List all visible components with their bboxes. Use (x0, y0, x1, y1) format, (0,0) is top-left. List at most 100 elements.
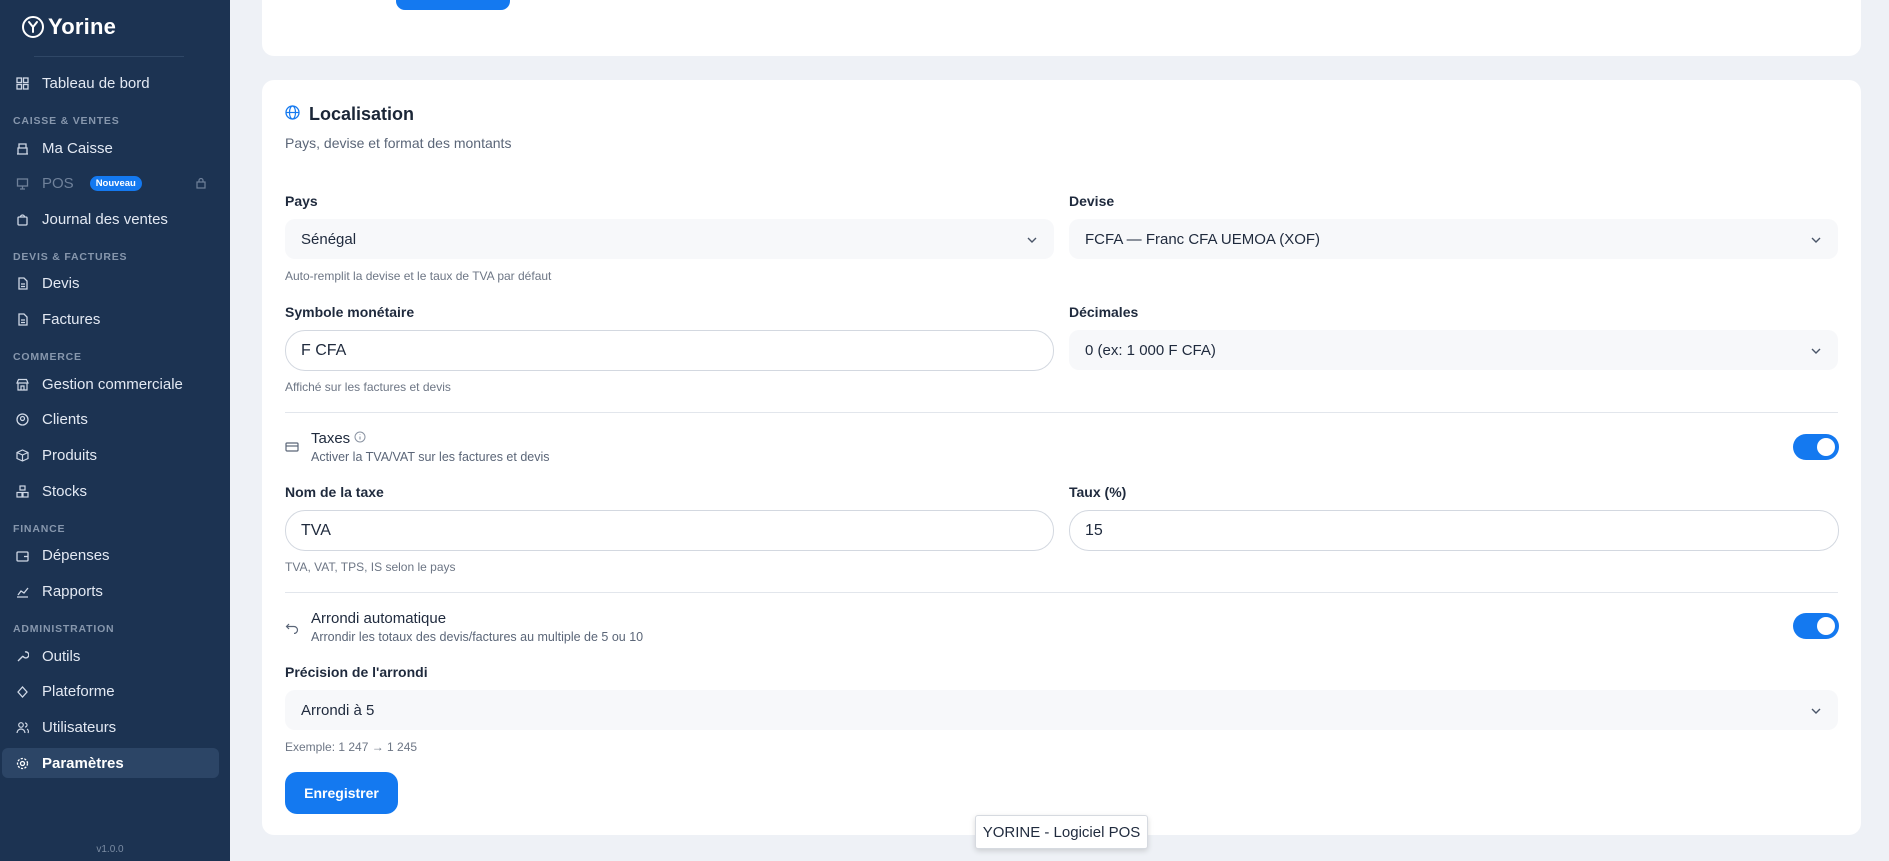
chart-icon (15, 584, 29, 598)
arrondi-description: Arrondir les totaux des devis/factures a… (311, 630, 644, 644)
taux-value: 15 (1085, 521, 1103, 539)
sidebar-item-ma-caisse[interactable]: Ma Caisse (2, 133, 219, 163)
arrondi-toggle[interactable] (1793, 613, 1839, 639)
gear-icon (15, 756, 29, 770)
logo-divider (34, 56, 184, 57)
box-icon (15, 448, 29, 462)
shopping-bag-icon (15, 212, 29, 226)
sidebar-item-clients[interactable]: Clients (2, 404, 219, 434)
taxes-description: Activer la TVA/VAT sur les factures et d… (311, 450, 550, 464)
taxes-toggle[interactable] (1793, 434, 1839, 460)
sidebar-item-label: Gestion commerciale (42, 375, 183, 393)
sidebar-item-parametres[interactable]: Paramètres (2, 748, 219, 778)
nom-taxe-value: TVA (301, 521, 331, 539)
previous-card-button[interactable] (396, 0, 510, 10)
sidebar-item-produits[interactable]: Produits (2, 440, 219, 470)
decimales-value: 0 (ex: 1 000 F CFA) (1085, 341, 1216, 359)
sidebar-item-label: Plateforme (42, 682, 115, 700)
sidebar-item-label: Devis (42, 274, 80, 292)
app-logo[interactable]: Yorine (22, 14, 116, 40)
credit-card-icon (285, 440, 299, 459)
sidebar-item-outils[interactable]: Outils (2, 641, 219, 671)
sidebar-item-devis[interactable]: Devis (2, 268, 219, 298)
sidebar-item-plateforme[interactable]: Plateforme (2, 676, 219, 706)
pays-value: Sénégal (301, 230, 357, 248)
sidebar-item-label: Ma Caisse (42, 139, 113, 157)
globe-icon (285, 104, 300, 125)
pays-label: Pays (285, 193, 318, 209)
section-title: Localisation (309, 104, 415, 124)
decimales-select[interactable]: 0 (ex: 1 000 F CFA) (1069, 330, 1838, 370)
pays-hint: Auto-remplit la devise et le taux de TVA… (285, 269, 552, 283)
section-devis-factures: DEVIS & FACTURES (13, 251, 128, 263)
taux-input[interactable]: 15 (1069, 510, 1839, 551)
sidebar-item-label: Dépenses (42, 546, 110, 564)
sidebar-item-rapports[interactable]: Rapports (2, 576, 219, 606)
chevron-down-icon (1810, 233, 1822, 250)
sidebar-item-gestion-commerciale[interactable]: Gestion commerciale (2, 369, 219, 399)
sidebar-item-tableau-de-bord[interactable]: Tableau de bord (2, 68, 219, 98)
symbole-value: F CFA (301, 341, 347, 359)
info-icon[interactable] (354, 430, 366, 447)
invoice-icon (15, 312, 29, 326)
precision-hint: Exemple: 1 247 → 1 245 (285, 740, 418, 754)
taxes-title: Taxes (311, 430, 366, 447)
precision-select[interactable]: Arrondi à 5 (285, 690, 1838, 730)
section-header: Localisation (285, 104, 414, 125)
dashboard-icon (15, 76, 29, 90)
taxes-title-text: Taxes (311, 430, 351, 447)
user-circle-icon (15, 412, 29, 426)
sidebar-item-factures[interactable]: Factures (2, 304, 219, 334)
stack-icon (15, 484, 29, 498)
lock-icon (195, 176, 207, 193)
sidebar-item-label: Factures (42, 310, 101, 328)
sidebar-item-label: Produits (42, 446, 98, 464)
app-name: Yorine (48, 14, 117, 39)
sidebar: Yorine Tableau de bord CAISSE & VENTES M… (0, 0, 230, 861)
sidebar-item-journal-des-ventes[interactable]: Journal des ventes (2, 204, 219, 234)
logo-icon (22, 16, 44, 38)
sidebar-item-label: Tableau de bord (42, 74, 150, 92)
sidebar-item-stocks[interactable]: Stocks (2, 476, 219, 506)
sidebar-item-utilisateurs[interactable]: Utilisateurs (2, 712, 219, 742)
sidebar-item-pos[interactable]: POS Nouveau (2, 168, 219, 198)
save-button[interactable]: Enregistrer (285, 772, 398, 814)
chevron-down-icon (1810, 704, 1822, 721)
section-administration: ADMINISTRATION (13, 623, 115, 635)
users-icon (15, 720, 29, 734)
symbole-input[interactable]: F CFA (285, 330, 1054, 371)
devise-select[interactable]: FCFA — Franc CFA UEMOA (XOF) (1069, 219, 1838, 259)
decimales-label: Décimales (1069, 304, 1139, 320)
sidebar-item-label: Paramètres (42, 754, 124, 772)
pays-select[interactable]: Sénégal (285, 219, 1054, 259)
localisation-card: Localisation Pays, devise et format des … (262, 80, 1861, 835)
section-finance: FINANCE (13, 523, 66, 535)
sidebar-item-depenses[interactable]: Dépenses (2, 540, 219, 570)
wallet-icon (15, 548, 29, 562)
precision-value: Arrondi à 5 (301, 701, 375, 719)
taux-label: Taux (%) (1069, 484, 1127, 500)
pos-icon (15, 176, 29, 190)
chevron-down-icon (1810, 344, 1822, 361)
sidebar-item-label: Outils (42, 647, 81, 665)
sidebar-item-label: Journal des ventes (42, 210, 168, 228)
sidebar-item-label: Stocks (42, 482, 88, 500)
window-tooltip: YORINE - Logiciel POS (975, 815, 1148, 849)
sidebar-item-label: Rapports (42, 582, 103, 600)
undo-icon (285, 620, 299, 639)
sidebar-item-label: Clients (42, 410, 88, 428)
wrench-icon (15, 649, 29, 663)
platform-icon (15, 684, 29, 698)
nom-taxe-input[interactable]: TVA (285, 510, 1054, 551)
toggle-knob (1817, 617, 1835, 635)
devise-value: FCFA — Franc CFA UEMOA (XOF) (1085, 230, 1321, 248)
divider (285, 592, 1838, 593)
symbole-label: Symbole monétaire (285, 304, 415, 320)
app-version: v1.0.0 (96, 844, 124, 855)
nom-taxe-label: Nom de la taxe (285, 484, 384, 500)
divider (285, 412, 1838, 413)
chevron-down-icon (1026, 233, 1038, 250)
arrondi-title: Arrondi automatique (311, 610, 447, 627)
section-commerce: COMMERCE (13, 351, 82, 363)
section-caisse-ventes: CAISSE & VENTES (13, 115, 120, 127)
